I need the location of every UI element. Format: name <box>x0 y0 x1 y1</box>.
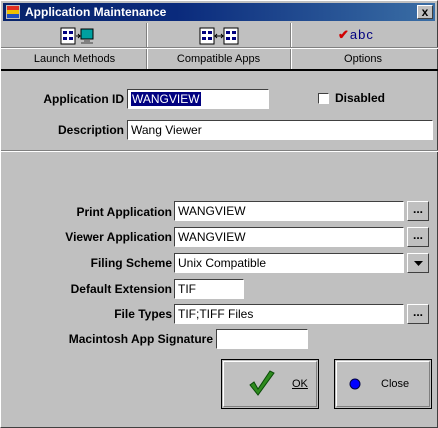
mac-signature-field[interactable] <box>216 329 308 349</box>
window-title: Application Maintenance <box>25 5 167 19</box>
app-icon <box>6 5 20 19</box>
disabled-checkbox[interactable] <box>318 93 329 104</box>
filing-scheme-dropdown-button[interactable] <box>407 253 429 273</box>
description-label: Description <box>57 123 124 137</box>
close-button[interactable]: Close <box>334 359 432 409</box>
launch-methods-icon <box>60 27 94 45</box>
chevron-down-icon <box>414 261 423 266</box>
file-types-label: File Types <box>114 307 172 321</box>
close-label: Close <box>381 378 410 390</box>
print-application-label: Print Application <box>76 205 172 219</box>
application-id-label: Application ID <box>43 92 124 106</box>
filing-scheme-select[interactable]: Unix Compatible <box>174 253 404 273</box>
compatible-apps-icon <box>199 27 239 45</box>
default-extension-label: Default Extension <box>70 282 172 296</box>
viewer-application-label: Viewer Application <box>65 230 172 244</box>
tab-launch-methods-label: Launch Methods <box>33 53 116 65</box>
filing-scheme-label: Filing Scheme <box>90 256 172 270</box>
ok-label: OK <box>292 378 308 390</box>
tab-compatible-apps-label: Compatible Apps <box>176 53 261 65</box>
application-maintenance-window: Application Maintenance x Launch Methods… <box>0 0 438 428</box>
print-application-browse-button[interactable]: ... <box>407 201 429 221</box>
section-separator-line <box>1 150 438 152</box>
description-field[interactable]: Wang Viewer <box>127 120 433 140</box>
checkmark-icon <box>249 370 275 396</box>
application-id-field[interactable]: WANGVIEW <box>127 89 269 109</box>
tab-divider <box>290 23 292 69</box>
blue-dot-icon <box>349 378 361 390</box>
print-application-field[interactable]: WANGVIEW <box>174 201 404 221</box>
tab-options-label: Options <box>344 53 382 65</box>
options-checkbox-icon: ✔abc <box>338 27 374 42</box>
file-types-field[interactable]: TIF;TIFF Files <box>174 304 404 324</box>
default-extension-field[interactable]: TIF <box>174 279 244 299</box>
mac-signature-label: Macintosh App Signature <box>68 332 213 346</box>
viewer-application-field[interactable]: WANGVIEW <box>174 227 404 247</box>
viewer-application-browse-button[interactable]: ... <box>407 227 429 247</box>
disabled-label: Disabled <box>335 91 386 105</box>
file-types-browse-button[interactable]: ... <box>407 304 429 324</box>
tab-separator-line <box>1 47 438 49</box>
application-id-value: WANGVIEW <box>131 92 201 106</box>
tab-bottom-line <box>1 69 438 71</box>
title-bar[interactable]: Application Maintenance x <box>3 3 435 21</box>
ok-button[interactable]: OK <box>221 359 319 409</box>
tab-divider <box>146 23 148 69</box>
window-close-button[interactable]: x <box>417 5 433 19</box>
